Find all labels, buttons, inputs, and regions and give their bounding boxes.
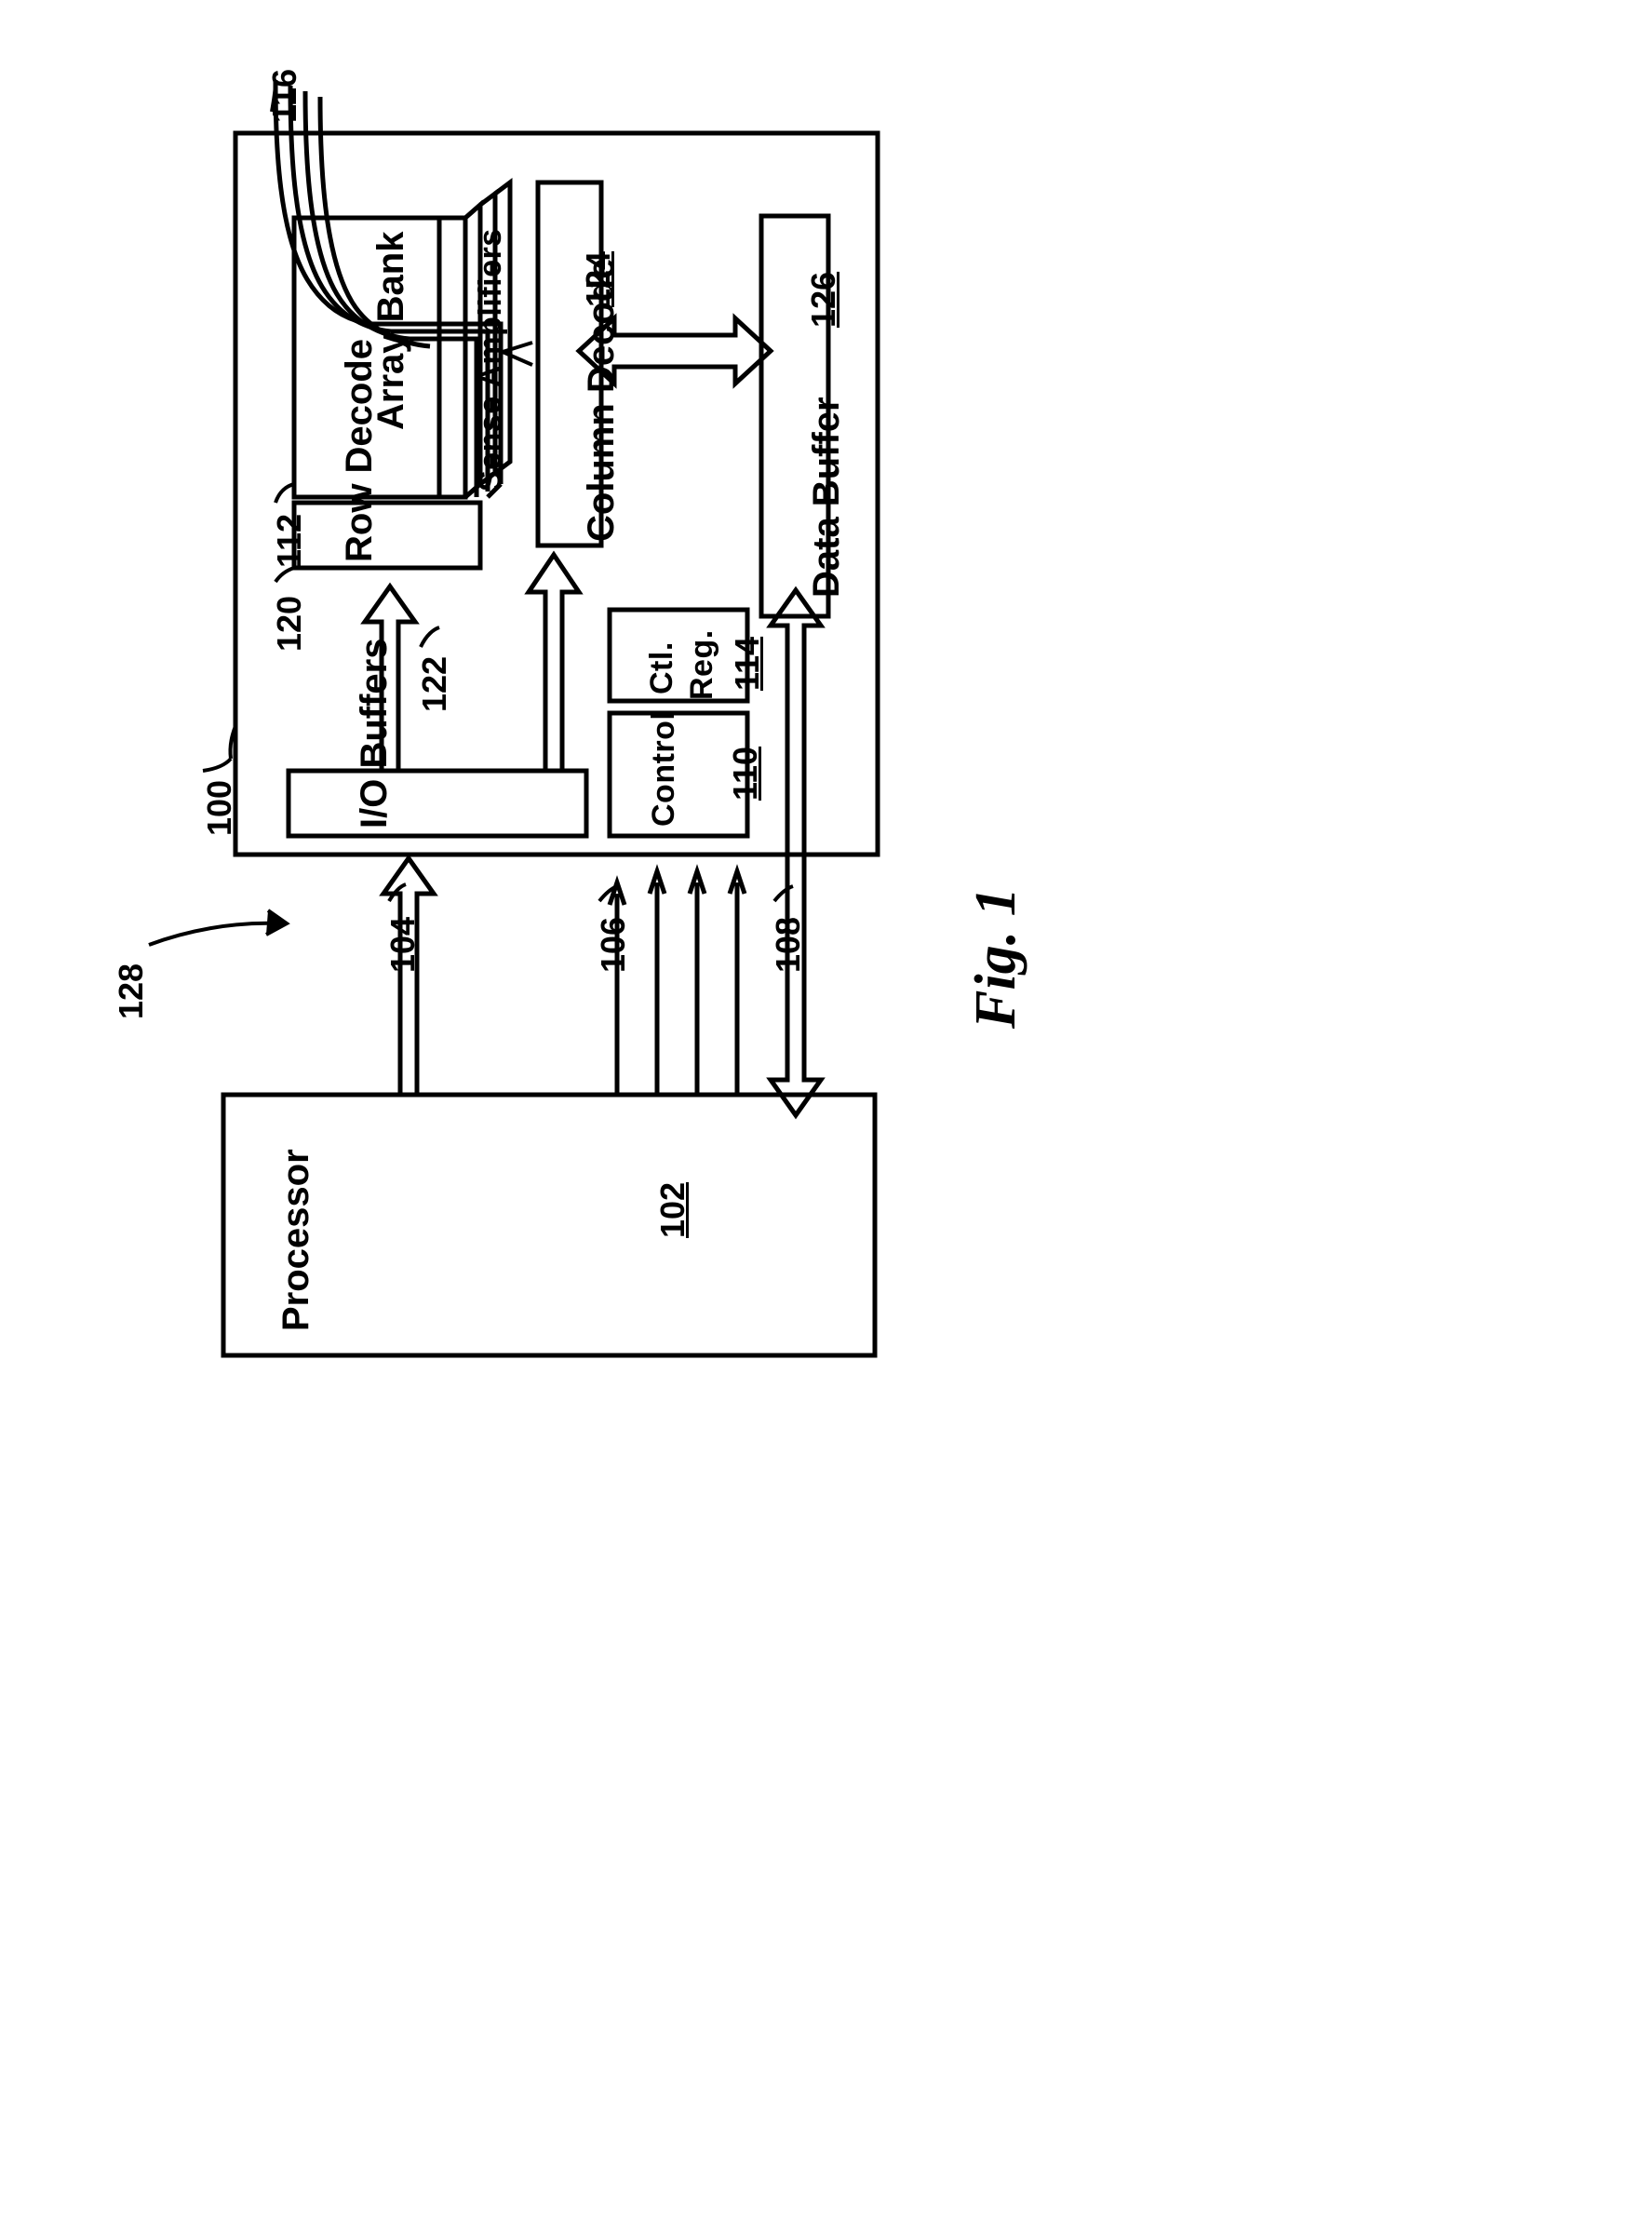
ref-106-control-bus: 106 [594, 916, 632, 973]
ref-122-sense-amplifiers: 122 [415, 655, 453, 712]
ref-128-system: 128 [112, 963, 150, 1019]
control-label: Control [646, 710, 681, 827]
ref-116-bank-select: 116 [265, 68, 303, 123]
ctl-reg-label-line1: Ctl. [644, 641, 679, 694]
row-decode-label: Row Decode [339, 338, 380, 562]
ref-110-control: 110 [726, 746, 764, 801]
ref-100-memory-device: 100 [200, 779, 238, 836]
ref-120-row-decode: 120 [270, 595, 308, 652]
ctl-reg-label-line2: Reg. [684, 629, 719, 700]
processor-label: Processor [275, 1149, 316, 1331]
sense-amplifiers-label: Sense Amplifiers [473, 228, 508, 492]
data-buffer-label: Data Buffer [806, 397, 847, 598]
ref-124-column-decode: 124 [579, 250, 617, 307]
io-buffers-label: I/O Buffers [354, 638, 395, 828]
patent-figure-1: 128 116 100 112 120 122 Array Bank Sense… [0, 0, 1652, 2236]
ref-114-ctl-reg: 114 [728, 636, 766, 691]
ref-104-address-bus: 104 [383, 916, 422, 973]
ref-126-data-buffer: 126 [804, 271, 842, 328]
ref-108-data-bus: 108 [769, 916, 807, 973]
figure-linework [148, 79, 880, 1358]
ref-102-processor: 102 [653, 1181, 692, 1238]
ref-112-array-bank: 112 [270, 513, 308, 568]
figure-caption: Fig. 1 [964, 887, 1027, 1029]
